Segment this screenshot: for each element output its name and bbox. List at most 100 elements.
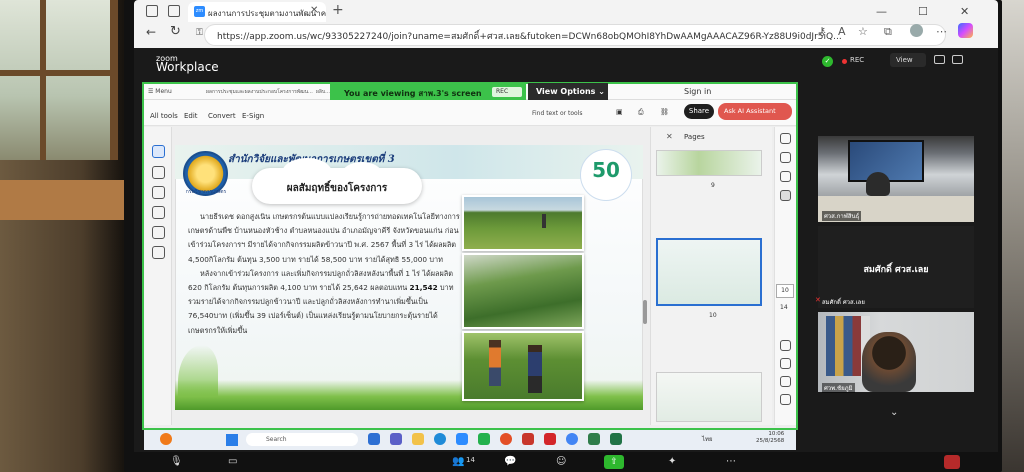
share-screen-button[interactable]: ⇧ <box>604 455 624 469</box>
profile-avatar[interactable] <box>910 24 923 37</box>
ai-companion-icon[interactable]: ✦ <box>668 456 676 467</box>
pages-rail-icon[interactable] <box>780 190 791 201</box>
refresh-rail-icon[interactable] <box>780 340 791 351</box>
vertical-tabs-icon[interactable] <box>168 5 180 17</box>
close-tab-icon[interactable]: ✕ <box>310 5 318 16</box>
back-icon[interactable]: ← <box>146 25 156 39</box>
file-explorer-icon[interactable] <box>412 433 424 445</box>
comment-rail-icon[interactable] <box>780 152 791 163</box>
zoom-in-icon[interactable] <box>780 358 791 369</box>
page-thumbnail[interactable] <box>656 372 762 422</box>
windows-start-icon[interactable] <box>226 434 238 446</box>
lock-icon[interactable]: ⚿ <box>196 28 203 38</box>
comment-tool-icon[interactable] <box>152 166 165 179</box>
page-thumbnail[interactable] <box>656 150 762 176</box>
fullscreen-icon[interactable] <box>952 55 963 64</box>
stamp-tool-icon[interactable] <box>152 246 165 259</box>
leave-icon[interactable] <box>944 455 960 469</box>
menu-label: Menu <box>155 88 172 95</box>
all-tools-tab[interactable]: All tools <box>150 112 178 120</box>
text-tool-icon[interactable] <box>152 226 165 239</box>
more-icon[interactable]: ⋯ <box>726 456 736 467</box>
teams-icon[interactable] <box>390 433 402 445</box>
ai-assistant-button[interactable]: Ask AI Assistant <box>718 103 792 120</box>
officer-figure <box>528 345 542 393</box>
taskbar-search[interactable]: Search <box>246 433 358 446</box>
video-icon[interactable]: ▭ <box>228 456 237 467</box>
browser-tab[interactable]: ผลงานการประชุมตามงานพัฒนาความรู้การพัฒนา… <box>188 2 326 22</box>
excel-icon[interactable] <box>610 433 622 445</box>
new-tab-icon[interactable]: + <box>332 2 344 18</box>
select-tool-icon[interactable] <box>152 145 165 158</box>
view-button[interactable]: View <box>890 53 926 67</box>
meet-icon[interactable] <box>368 433 380 445</box>
print-icon[interactable]: ⎙ <box>638 108 644 117</box>
room-wall <box>1000 0 1024 472</box>
participants-count: 14 <box>466 456 475 464</box>
link-icon[interactable]: ⛓ <box>660 108 669 116</box>
draw-tool-icon[interactable] <box>152 206 165 219</box>
doc-scrollbar[interactable] <box>643 300 647 324</box>
minimize-icon[interactable]: — <box>876 5 887 18</box>
acrobat-doc-tab[interactable]: ผลการประชุมและผลงานประกอบโครงการพัฒน... <box>206 88 313 96</box>
read-aloud-icon[interactable]: A <box>838 25 846 38</box>
taskbar-clock[interactable]: 10:06 25/8/2568 <box>756 431 784 445</box>
line-icon[interactable] <box>478 433 490 445</box>
page-thumbnail-selected[interactable] <box>656 238 762 306</box>
chat-icon[interactable]: 💬 <box>504 456 516 467</box>
esign-tab[interactable]: E-Sign <box>242 112 264 120</box>
participant-video <box>866 172 890 196</box>
more-icon[interactable]: ⋯ <box>936 25 947 38</box>
close-window-icon[interactable]: ✕ <box>960 5 969 18</box>
url-text: https://app.zoom.us/wc/93305227240/join?… <box>217 32 842 42</box>
highlight-tool-icon[interactable] <box>152 186 165 199</box>
current-page-input[interactable]: 10 <box>776 284 794 298</box>
sign-in-button[interactable]: Sign in <box>684 87 711 96</box>
photos-icon[interactable] <box>588 433 600 445</box>
tab-actions-icon[interactable] <box>146 5 158 17</box>
windows-taskbar <box>144 430 796 450</box>
participants-icon[interactable]: 👥 <box>452 456 464 467</box>
powerpoint-icon[interactable] <box>522 433 534 445</box>
edit-tab[interactable]: Edit <box>184 112 198 120</box>
react-icon[interactable]: ☺ <box>556 456 566 467</box>
seal-label: กรมวิชาการเกษตร <box>185 189 227 195</box>
slide-paragraph-1: นายธีรเดช ดอกสูงเนิน เกษตรกรต้นแบบแปลงเร… <box>188 212 460 264</box>
acrobat-menu[interactable]: ☰ Menu <box>148 88 172 95</box>
browser-icon[interactable] <box>500 433 512 445</box>
key-icon[interactable]: ⚷ <box>818 25 826 38</box>
convert-tab[interactable]: Convert <box>208 112 236 120</box>
maximize-icon[interactable]: ☐ <box>918 5 928 18</box>
chrome-icon[interactable] <box>566 433 578 445</box>
mic-icon[interactable]: 🎙 <box>170 456 183 467</box>
view-options-label: View Options <box>536 87 596 96</box>
find-tools-search[interactable]: Find text or tools <box>532 110 582 117</box>
reload-icon[interactable]: ↻ <box>170 24 181 39</box>
bookmark-rail-icon[interactable] <box>780 171 791 182</box>
copilot-icon[interactable] <box>958 23 973 38</box>
language-indicator[interactable]: ไทย <box>702 434 713 444</box>
view-options-button[interactable]: View Options ⌄ <box>528 83 608 100</box>
close-panel-icon[interactable]: ✕ <box>666 132 673 141</box>
collections-icon[interactable]: ⧉ <box>884 25 892 39</box>
farmer-figure <box>542 214 546 228</box>
pip-icon[interactable] <box>934 55 945 64</box>
address-bar[interactable]: https://app.zoom.us/wc/93305227240/join?… <box>205 25 945 45</box>
fit-page-icon[interactable] <box>780 394 791 405</box>
share-button[interactable]: Share <box>684 104 714 119</box>
anniversary-logo: 50 <box>580 149 632 201</box>
zoom-out-icon[interactable] <box>780 376 791 387</box>
shield-icon[interactable]: ✓ <box>822 56 833 67</box>
chevron-down-icon[interactable]: ⌄ <box>890 407 898 418</box>
acrobat-doc-tab[interactable]: ผลิบ... <box>316 88 330 96</box>
farmer-figure <box>489 340 501 386</box>
edge-icon[interactable] <box>434 433 446 445</box>
favorite-icon[interactable]: ☆ <box>858 25 868 38</box>
participant-name: ศวส.กาฬสินธุ์ <box>822 211 862 221</box>
save-icon[interactable]: ▣ <box>616 108 623 116</box>
weather-icon[interactable] <box>160 433 172 445</box>
ai-rail-icon[interactable] <box>780 133 791 144</box>
search-label: Search <box>266 436 287 443</box>
zoom-taskbar-icon[interactable] <box>456 433 468 445</box>
acrobat-taskbar-icon[interactable] <box>544 433 556 445</box>
